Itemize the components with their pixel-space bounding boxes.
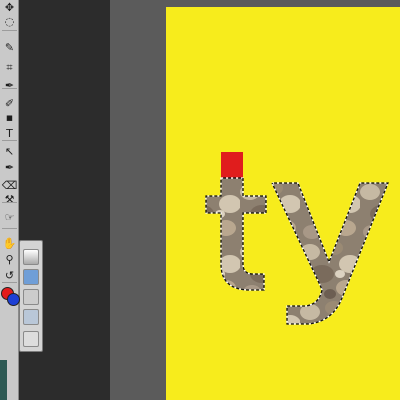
eraser-icon: ⌫: [1, 179, 18, 192]
lasso-icon: ◌: [4, 15, 15, 28]
move-tool[interactable]: ✥: [2, 0, 17, 15]
tool-divider: [2, 202, 17, 203]
smudge-tool[interactable]: ☞: [2, 210, 17, 225]
flyout-color-picker-icon[interactable]: [23, 269, 39, 285]
tool-divider: [2, 140, 17, 141]
tool-divider: [2, 228, 17, 229]
pen-icon: ✒: [4, 161, 15, 174]
hand-tool[interactable]: ✋: [2, 236, 17, 251]
move-icon: ✥: [4, 1, 15, 14]
document-canvas[interactable]: [166, 7, 400, 400]
smudge-icon: ☞: [4, 211, 15, 224]
quick-selection-tool[interactable]: ✎: [2, 40, 17, 55]
panel-edge-strip: [0, 360, 7, 400]
flyout-pen-icon[interactable]: [23, 309, 39, 325]
zoom-icon: ⚲: [5, 253, 14, 266]
crop-icon: ⌗: [6, 61, 13, 74]
tool-divider: [2, 30, 17, 31]
eraser-tool[interactable]: ⌫: [1, 178, 18, 193]
background-color-swatch[interactable]: [7, 293, 20, 306]
pasteboard: [110, 0, 166, 400]
brush-tool[interactable]: ✐: [2, 96, 17, 111]
pen-tool[interactable]: ✒: [2, 160, 17, 175]
rectangle-tool[interactable]: ▪: [2, 110, 17, 125]
clone-tool[interactable]: ⚒: [2, 192, 17, 207]
tool-divider: [2, 88, 17, 89]
eyedropper-icon: ✒: [4, 79, 15, 92]
rotate-icon: ↺: [4, 269, 15, 282]
flyout-screen-mode-icon[interactable]: [23, 331, 39, 347]
brush-icon: ✐: [4, 97, 15, 110]
type-icon: T: [6, 127, 13, 140]
flyout-gradient-icon[interactable]: [23, 249, 39, 265]
tool-divider: [2, 282, 17, 283]
flyout-mask-icon[interactable]: [23, 289, 39, 305]
hand-icon: ✋: [2, 237, 17, 250]
arrow-icon: ↖: [4, 145, 15, 158]
eyedropper-tool[interactable]: ✒: [2, 78, 17, 93]
path-selection-tool[interactable]: ↖: [2, 144, 17, 159]
stamp-icon: ⚒: [4, 193, 15, 206]
tools-panel: ✥ ◌ ✎ ⌗ ✒ ✐ ▪ T ↖ ✒ ⌫ ⚒ ☞ ✋ ⚲ ↺: [0, 0, 19, 400]
quick-selection-icon: ✎: [4, 41, 15, 54]
lasso-tool[interactable]: ◌: [2, 14, 17, 29]
rotate-view-tool[interactable]: ↺: [2, 268, 17, 283]
type-tool[interactable]: T: [2, 126, 17, 141]
tool-flyout-panel: [19, 240, 43, 352]
crop-tool[interactable]: ⌗: [2, 60, 17, 75]
zoom-tool[interactable]: ⚲: [2, 252, 17, 267]
rectangle-icon: ▪: [5, 111, 14, 124]
